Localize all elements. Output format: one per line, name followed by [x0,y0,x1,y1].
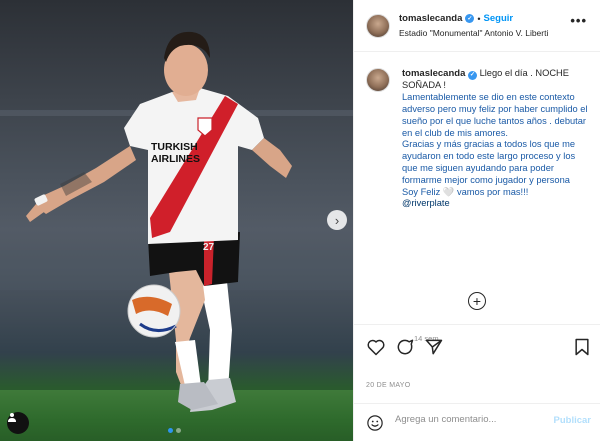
heart-icon[interactable] [366,337,386,357]
post-header: tomaslecanda ✓ • Seguir Estadio "Monumen… [354,0,600,52]
follow-button[interactable]: Seguir [484,13,514,24]
carousel-dot-1 [168,428,173,433]
chevron-right-icon: › [334,212,340,228]
post-photo[interactable]: TURKISH AIRLINES 27 › [0,0,353,441]
comment-bar: Publicar [354,403,600,441]
post-date[interactable]: 20 DE MAYO [366,382,411,389]
caption-text: tomaslecanda ✓ Llego el día . NOCHE SOÑA… [402,68,592,210]
caption-line-4: Soy Feliz 🤍 vamos por mas!!! [402,186,529,197]
svg-text:TURKISH: TURKISH [151,141,198,153]
author-avatar[interactable] [366,14,390,38]
post-side-panel: tomaslecanda ✓ • Seguir Estadio "Monumen… [353,0,600,441]
tagged-users-button[interactable] [7,412,29,434]
player-illustration: TURKISH AIRLINES 27 [0,31,353,412]
comment-icon[interactable] [395,337,415,357]
carousel-next-button[interactable]: › [327,210,347,230]
more-options-icon[interactable]: ••• [570,13,587,28]
load-more-comments-button[interactable]: + [468,292,486,310]
comment-input[interactable] [395,414,545,425]
user-tag-icon [8,413,16,422]
caption-author-avatar[interactable] [366,68,390,92]
paper-plane-icon[interactable] [424,337,444,357]
verified-badge-icon: ✓ [467,71,477,81]
caption-line-3: Gracias y más gracias a todos los que me… [402,139,576,185]
verified-badge-icon: ✓ [465,14,475,23]
plus-circle-icon: + [472,293,482,309]
caption-mention-link[interactable]: @riverplate [402,198,592,210]
carousel-dot-2 [176,428,181,433]
caption-username[interactable]: tomaslecanda [402,68,465,79]
carousel-indicator [168,428,181,433]
separator-dot: • [477,13,481,24]
svg-text:AIRLINES: AIRLINES [151,153,200,165]
caption-line-2: Lamentablemente se dio en este contexto … [402,92,588,138]
author-username[interactable]: tomaslecanda [399,13,462,24]
post-location[interactable]: Estadio "Monumental" Antonio V. Liberti [399,28,548,38]
bookmark-icon[interactable] [572,337,592,357]
publish-comment-button[interactable]: Publicar [554,415,592,426]
post-actions-bar [354,324,600,368]
svg-text:27: 27 [203,242,215,253]
smiley-icon[interactable] [366,414,384,432]
